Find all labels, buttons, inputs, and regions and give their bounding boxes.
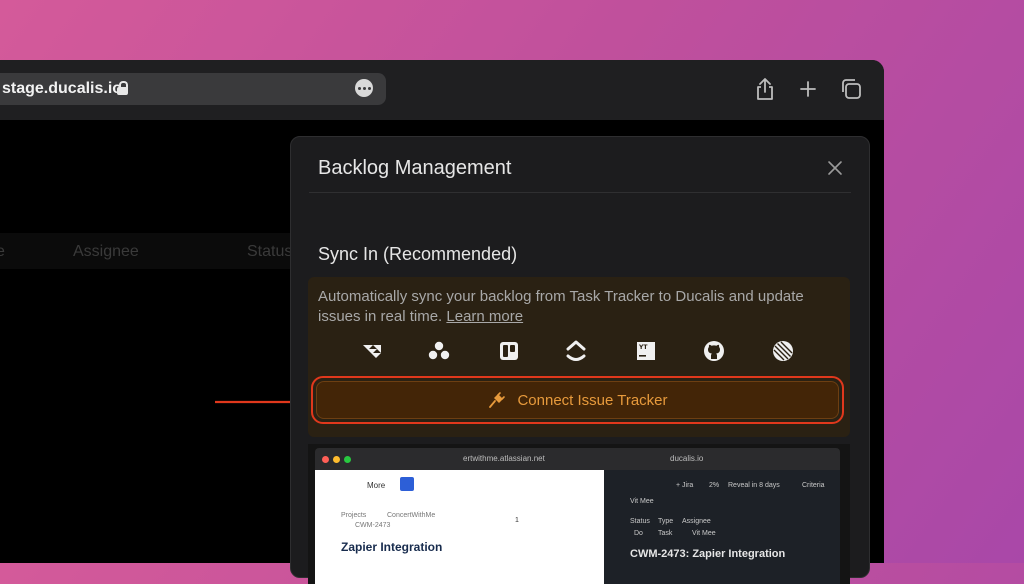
column-header-status: Status [247,243,293,260]
share-icon[interactable] [754,77,776,101]
preview-breadcrumb-project: ConcertWithMe [387,512,436,519]
preview-left-url: ertwithme.atlassian.net [463,454,545,463]
more-icon[interactable] [355,79,373,97]
github-icon[interactable] [702,339,726,363]
preview-watch-count: 1 [515,517,519,524]
clickup-icon[interactable] [564,339,588,363]
preview-jira-label: + Jira [676,482,694,489]
preview-row-type: Task [658,530,673,537]
url-text: stage.ducalis.io [2,80,123,97]
connect-issue-tracker-button[interactable]: Connect Issue Tracker [316,381,839,419]
preview-more: More [367,481,386,490]
preview-browser-bar: ertwithme.atlassian.net ducalis.io [315,448,840,470]
asana-icon[interactable] [427,339,451,363]
youtrack-icon[interactable]: YT [634,339,658,363]
trello-icon[interactable] [497,339,521,363]
plug-icon [489,392,506,408]
close-icon[interactable] [826,159,844,177]
lock-icon [117,81,128,95]
preview-col-assignee: Assignee [682,518,711,525]
connect-button-label: Connect Issue Tracker [517,391,668,409]
divider [309,192,851,193]
preview-reveal: Reveal in 8 days [728,482,780,489]
preview-criteria: Criteria [802,482,825,489]
tabs-icon[interactable] [840,77,862,101]
preview-right-url: ducalis.io [670,454,704,463]
column-header: e [0,243,5,260]
preview-issue-key: CWM-2473 [355,522,391,529]
preview-jira-panel: More Projects ConcertWithMe CWM-2473 1 Z… [315,470,604,584]
preview-percent: 2% [709,482,720,489]
preview-image: ertwithme.atlassian.net ducalis.io More … [308,444,850,584]
preview-breadcrumb-projects: Projects [341,512,367,519]
modal-title: Backlog Management [318,157,512,179]
preview-user: Vit Mee [630,498,654,505]
svg-text:YT: YT [638,344,648,351]
browser-toolbar: stage.ducalis.io [0,60,884,120]
preview-row-assignee: Vit Mee [692,530,716,537]
column-header-assignee: Assignee [73,243,139,260]
preview-col-status: Status [630,518,650,525]
sync-description: Automatically sync your backlog from Tas… [318,287,843,327]
sync-heading: Sync In (Recommended) [318,244,518,264]
linear-icon[interactable] [771,339,795,363]
learn-more-link[interactable]: Learn more [446,308,523,325]
preview-right-issue-title: CWM-2473: Zapier Integration [630,548,786,560]
preview-issue-title: Zapier Integration [341,540,443,554]
preview-col-type: Type [658,518,674,525]
preview-ducalis-panel: + Jira 2% Reveal in 8 days Criteria Vit … [604,470,840,584]
sync-description-text: Automatically sync your backlog from Tas… [318,288,804,325]
preview-row-status: Do [634,530,643,537]
backlog-management-modal: Backlog Management Sync In (Recommended)… [290,136,870,584]
new-tab-icon[interactable] [797,77,819,101]
address-bar[interactable]: stage.ducalis.io [0,73,386,105]
jira-icon[interactable] [360,339,384,363]
integration-logos: YT [360,339,800,365]
